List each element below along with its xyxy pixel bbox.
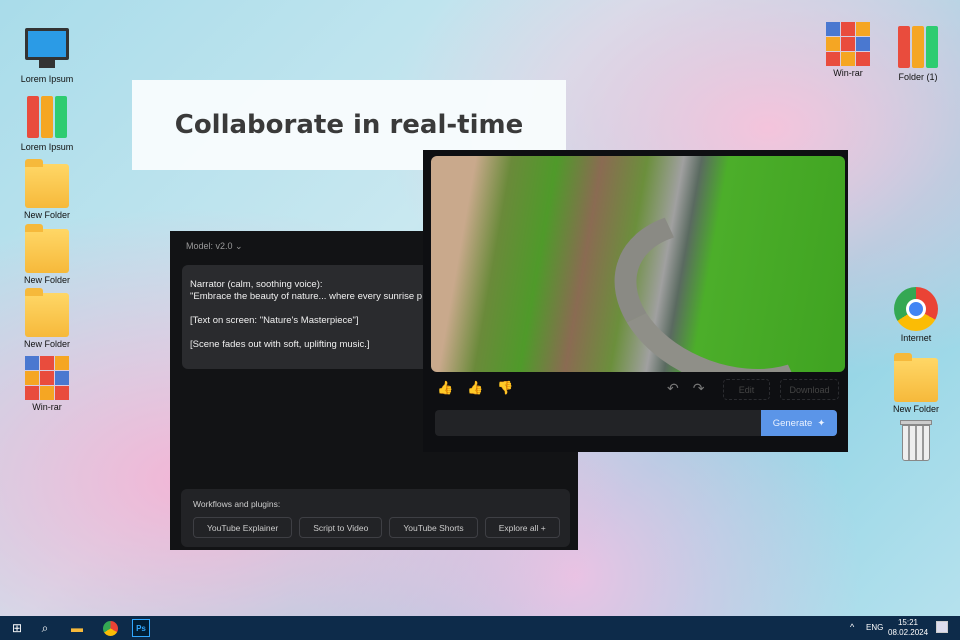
video-preview-panel: 👍 👍 👎 ↶ ↷ Edit Download Generate ✦	[423, 150, 848, 452]
language-indicator[interactable]: ENG	[866, 623, 883, 632]
clock[interactable]: 15:21 08.02.2024	[888, 618, 928, 638]
desktop-icon-folder[interactable]: New Folder	[12, 224, 82, 285]
explore-all-button[interactable]: Explore all +	[484, 517, 560, 538]
desktop-icon-computer[interactable]: Lorem Ipsum	[12, 28, 82, 84]
desktop-icon-folder[interactable]: New Folder	[881, 353, 951, 414]
desktop-icon-folder[interactable]: New Folder	[12, 159, 82, 220]
youtube-explainer-button[interactable]: YouTube Explainer	[193, 517, 293, 538]
desktop-icon-binders[interactable]: Lorem Ipsum	[12, 96, 82, 152]
folder-icon	[25, 159, 69, 208]
search-icon[interactable]: ⌕	[36, 619, 54, 637]
file-explorer-icon[interactable]: ▬	[68, 619, 86, 637]
undo-icon[interactable]: ↶	[667, 380, 679, 397]
binders-icon	[896, 26, 940, 70]
folder-icon	[25, 288, 69, 337]
video-preview-image	[431, 156, 845, 372]
desktop-icon-binders[interactable]: Folder (1)	[883, 26, 953, 82]
thumbs-up-icon[interactable]: 👍	[467, 380, 483, 396]
thumbs-down-icon[interactable]: 👎	[497, 380, 513, 396]
chevron-down-icon: ⌄	[235, 241, 243, 251]
super-like-icon[interactable]: 👍	[437, 380, 453, 396]
taskbar: ⊞ ⌕ ▬ Ps ^ ENG 15:21 08.02.2024	[0, 616, 960, 640]
notifications-icon[interactable]	[936, 621, 948, 633]
tray-chevron-icon[interactable]: ^	[850, 622, 854, 632]
edit-button[interactable]: Edit	[723, 379, 770, 400]
photoshop-icon[interactable]: Ps	[132, 619, 150, 637]
binders-icon	[25, 96, 69, 140]
desktop-icon-folder[interactable]: New Folder	[12, 288, 82, 349]
model-selector[interactable]: Model: v2.0 ⌄	[186, 241, 243, 252]
desktop-icon-winrar[interactable]: Win-rar	[12, 356, 82, 412]
workflows-panel: Workflows and plugins: YouTube Explainer…	[181, 489, 570, 547]
script-to-video-button[interactable]: Script to Video	[299, 517, 383, 538]
windows-start-icon[interactable]: ⊞	[8, 619, 26, 637]
winrar-icon	[826, 22, 870, 66]
prompt-input[interactable]: Generate ✦	[435, 410, 837, 436]
computer-icon	[25, 28, 69, 72]
youtube-shorts-button[interactable]: YouTube Shorts	[389, 517, 478, 538]
redo-icon[interactable]: ↷	[693, 380, 705, 397]
generate-button[interactable]: Generate ✦	[761, 410, 837, 436]
download-button[interactable]: Download	[780, 379, 839, 400]
chrome-icon	[894, 287, 938, 331]
winrar-icon	[25, 356, 69, 400]
workflows-title: Workflows and plugins:	[193, 499, 281, 509]
trash-icon	[894, 420, 938, 464]
desktop-icon-trash[interactable]	[881, 420, 951, 466]
folder-icon	[25, 224, 69, 273]
script-textarea[interactable]: Narrator (calm, soothing voice): "Embrac…	[182, 265, 432, 369]
chrome-taskbar-icon[interactable]	[101, 619, 119, 637]
folder-icon	[894, 353, 938, 402]
sparkle-icon: ✦	[817, 417, 826, 429]
desktop-icon-internet[interactable]: Internet	[881, 287, 951, 343]
desktop-icon-winrar[interactable]: Win-rar	[813, 22, 883, 78]
